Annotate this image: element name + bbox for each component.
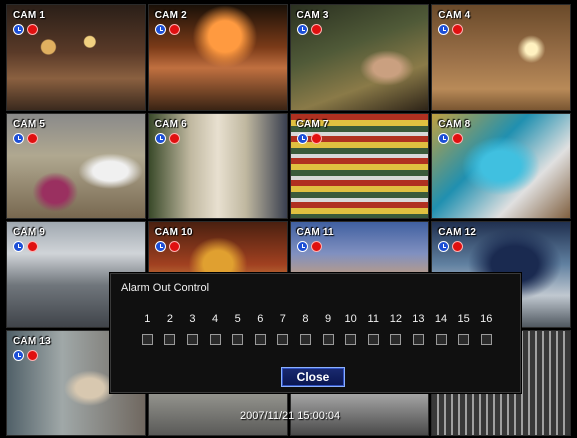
camera-label: CAM 2 bbox=[154, 10, 187, 21]
camera-label: CAM 1 bbox=[13, 10, 46, 21]
clock-icon bbox=[13, 132, 24, 144]
alarm-output-13-checkbox[interactable] bbox=[412, 334, 424, 345]
record-icon bbox=[310, 132, 322, 144]
clock-icon bbox=[154, 132, 166, 144]
alarm-output-4-checkbox[interactable] bbox=[209, 334, 221, 345]
camera-label: CAM 9 bbox=[13, 227, 46, 238]
record-icon bbox=[168, 24, 180, 35]
alarm-output-number: 14 bbox=[434, 313, 448, 325]
camera-label: CAM 5 bbox=[13, 118, 46, 130]
alarm-output-3-checkbox[interactable] bbox=[186, 334, 198, 345]
alarm-output-numbers: 1 2 3 4 5 6 7 8 9 10 11 12 13 14 15 16 bbox=[136, 313, 498, 325]
alarm-output-checkboxes bbox=[136, 334, 498, 345]
clock-icon bbox=[438, 132, 450, 144]
alarm-output-number: 9 bbox=[324, 313, 332, 325]
record-icon bbox=[310, 24, 322, 35]
clock-icon bbox=[438, 241, 450, 252]
camera-label: CAM 3 bbox=[296, 10, 329, 21]
alarm-output-number: 6 bbox=[257, 313, 264, 325]
alarm-output-number: 13 bbox=[412, 313, 425, 325]
alarm-output-number: 2 bbox=[166, 313, 173, 325]
record-icon bbox=[452, 241, 464, 252]
camera-tile-1[interactable]: CAM 1 bbox=[6, 4, 146, 111]
alarm-output-number: 11 bbox=[367, 313, 379, 325]
record-icon bbox=[27, 241, 38, 252]
clock-icon bbox=[296, 241, 308, 252]
record-icon bbox=[168, 132, 180, 144]
alarm-output-5-checkbox[interactable] bbox=[232, 334, 244, 345]
camera-tile-6[interactable]: CAM 6 bbox=[147, 112, 288, 219]
alarm-output-15-checkbox[interactable] bbox=[458, 334, 470, 345]
camera-label: CAM 7 bbox=[296, 118, 329, 130]
close-button[interactable]: Close bbox=[281, 367, 345, 387]
camera-tile-4[interactable]: CAM 4 bbox=[431, 4, 571, 111]
camera-tile-7[interactable]: CAM 7 bbox=[289, 112, 430, 219]
alarm-output-number: 5 bbox=[234, 313, 241, 325]
clock-icon bbox=[438, 24, 450, 35]
alarm-output-number: 4 bbox=[212, 313, 219, 325]
alarm-output-number: 7 bbox=[279, 313, 286, 325]
clock-icon bbox=[154, 24, 166, 35]
camera-label: CAM 11 bbox=[296, 227, 334, 238]
record-icon bbox=[27, 24, 38, 35]
alarm-output-number: 1 bbox=[144, 313, 151, 325]
camera-label: CAM 8 bbox=[438, 118, 471, 130]
camera-label: CAM 10 bbox=[154, 227, 193, 238]
camera-label: CAM 4 bbox=[438, 10, 471, 21]
camera-tile-3[interactable]: CAM 3 bbox=[289, 4, 430, 111]
record-icon bbox=[452, 24, 464, 35]
camera-label: CAM 13 bbox=[13, 335, 51, 347]
alarm-output-16-checkbox[interactable] bbox=[480, 334, 492, 345]
camera-tile-2[interactable]: CAM 2 bbox=[147, 4, 288, 111]
record-icon bbox=[168, 241, 180, 252]
alarm-output-12-checkbox[interactable] bbox=[390, 334, 402, 345]
alarm-output-9-checkbox[interactable] bbox=[322, 334, 334, 345]
camera-tile-8[interactable]: CAM 8 bbox=[431, 112, 571, 219]
dvr-screen: CAM 1 CAM 2 CAM 3 CAM 4 CAM 5 CAM 6 CAM … bbox=[0, 0, 577, 438]
camera-label: CAM 6 bbox=[154, 118, 187, 130]
record-icon bbox=[27, 349, 38, 361]
alarm-output-10-checkbox[interactable] bbox=[345, 334, 357, 345]
clock-icon bbox=[154, 241, 166, 252]
alarm-output-1-checkbox[interactable] bbox=[141, 334, 153, 345]
alarm-output-number: 16 bbox=[480, 313, 493, 325]
alarm-output-number: 12 bbox=[389, 313, 402, 325]
alarm-output-number: 8 bbox=[302, 313, 309, 325]
record-icon bbox=[27, 132, 38, 144]
camera-tile-5[interactable]: CAM 5 bbox=[6, 112, 146, 219]
alarm-output-7-checkbox[interactable] bbox=[277, 334, 289, 345]
record-icon bbox=[452, 132, 464, 144]
alarm-output-number: 10 bbox=[344, 313, 357, 325]
clock-icon bbox=[13, 24, 24, 35]
dialog-title: Alarm Out Control bbox=[121, 282, 210, 294]
clock-icon bbox=[13, 241, 24, 252]
clock-icon bbox=[296, 24, 308, 35]
alarm-output-14-checkbox[interactable] bbox=[435, 334, 447, 345]
alarm-output-number: 15 bbox=[457, 313, 470, 325]
alarm-output-8-checkbox[interactable] bbox=[299, 334, 311, 345]
clock-icon bbox=[296, 132, 308, 144]
alarm-output-6-checkbox[interactable] bbox=[254, 334, 266, 345]
alarm-output-number: 3 bbox=[189, 313, 196, 325]
alarm-output-11-checkbox[interactable] bbox=[367, 334, 379, 345]
record-icon bbox=[310, 241, 322, 252]
camera-label: CAM 12 bbox=[438, 227, 477, 238]
alarm-output-2-checkbox[interactable] bbox=[164, 334, 176, 345]
timestamp: 2007/11/21 15:00:04 bbox=[240, 410, 341, 422]
alarm-out-control-dialog: Alarm Out Control 1 2 3 4 5 6 7 8 9 10 1… bbox=[110, 273, 521, 393]
clock-icon bbox=[13, 349, 24, 361]
